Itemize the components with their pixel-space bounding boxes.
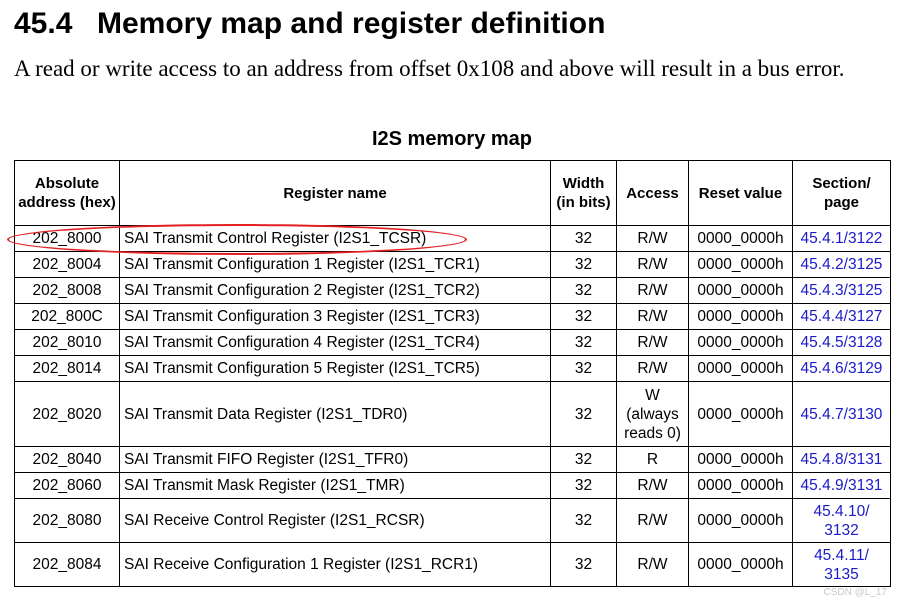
cell-register-name: SAI Transmit Data Register (I2S1_TDR0) — [119, 381, 551, 447]
table-row: 202_8000 SAI Transmit Control Register (I… — [14, 225, 891, 252]
cell-section-link[interactable]: 45.4.9/3131 — [792, 472, 891, 499]
cell-access: W (always reads 0) — [616, 381, 689, 447]
cell-reset-value: 0000_0000h — [688, 542, 793, 587]
cell-address: 202_8084 — [14, 542, 120, 587]
cell-reset-value: 0000_0000h — [688, 355, 793, 382]
cell-section-link[interactable]: 45.4.7/3130 — [792, 381, 891, 447]
table-row: 202_8040 SAI Transmit FIFO Register (I2S1… — [14, 446, 891, 473]
watermark: CSDN @L_17 — [823, 587, 887, 598]
cell-address: 202_8060 — [14, 472, 120, 499]
cell-section-link[interactable]: 45.4.3/3125 — [792, 277, 891, 304]
cell-address: 202_8040 — [14, 446, 120, 473]
table-row: 202_8014 SAI Transmit Configuration 5 Reg… — [14, 355, 891, 382]
cell-address: 202_800C — [14, 303, 120, 330]
cell-section-link[interactable]: 45.4.10/ 3132 — [792, 498, 891, 543]
cell-section-link[interactable]: 45.4.6/3129 — [792, 355, 891, 382]
memory-map-table: Absolute address (hex) Register name Wid… — [14, 160, 891, 587]
header-register-name: Register name — [119, 160, 551, 226]
cell-width: 32 — [550, 446, 617, 473]
table-row: 202_8004 SAI Transmit Configuration 1 Reg… — [14, 251, 891, 278]
cell-register-name: SAI Transmit Configuration 5 Register (I… — [119, 355, 551, 382]
cell-address: 202_8000 — [14, 225, 120, 252]
section-number: 45.4 — [14, 7, 73, 40]
cell-register-name: SAI Transmit Configuration 4 Register (I… — [119, 329, 551, 356]
section-title: Memory map and register definition — [97, 7, 606, 40]
intro-paragraph: A read or write access to an address fro… — [14, 56, 845, 81]
cell-reset-value: 0000_0000h — [688, 277, 793, 304]
cell-reset-value: 0000_0000h — [688, 446, 793, 473]
cell-access: R/W — [616, 472, 689, 499]
cell-register-name: SAI Transmit Configuration 1 Register (I… — [119, 251, 551, 278]
cell-access: R/W — [616, 355, 689, 382]
table-row: 202_8008 SAI Transmit Configuration 2 Reg… — [14, 277, 891, 304]
cell-address: 202_8004 — [14, 251, 120, 278]
table-row: 202_8060 SAI Transmit Mask Register (I2S1… — [14, 472, 891, 499]
cell-access: R/W — [616, 542, 689, 587]
cell-width: 32 — [550, 277, 617, 304]
cell-address: 202_8014 — [14, 355, 120, 382]
cell-register-name: SAI Transmit Configuration 3 Register (I… — [119, 303, 551, 330]
cell-reset-value: 0000_0000h — [688, 381, 793, 447]
cell-width: 32 — [550, 472, 617, 499]
cell-width: 32 — [550, 303, 617, 330]
cell-width: 32 — [550, 355, 617, 382]
cell-register-name: SAI Transmit FIFO Register (I2S1_TFR0) — [119, 446, 551, 473]
header-reset-value: Reset value — [688, 160, 793, 226]
cell-register-name: SAI Transmit Mask Register (I2S1_TMR) — [119, 472, 551, 499]
cell-reset-value: 0000_0000h — [688, 225, 793, 252]
table-caption: I2S memory map — [371, 128, 533, 150]
header-width: Width (in bits) — [550, 160, 617, 226]
cell-section-link[interactable]: 45.4.11/ 3135 — [792, 542, 891, 587]
cell-access: R/W — [616, 498, 689, 543]
header-row: Absolute address (hex) Register name Wid… — [14, 160, 891, 226]
cell-reset-value: 0000_0000h — [688, 303, 793, 330]
table-row: 202_8084 SAI Receive Configuration 1 Regi… — [14, 542, 891, 587]
cell-width: 32 — [550, 498, 617, 543]
cell-reset-value: 0000_0000h — [688, 472, 793, 499]
cell-section-link[interactable]: 45.4.1/3122 — [792, 225, 891, 252]
cell-width: 32 — [550, 381, 617, 447]
cell-register-name: SAI Transmit Configuration 2 Register (I… — [119, 277, 551, 304]
cell-register-name: SAI Receive Control Register (I2S1_RCSR) — [119, 498, 551, 543]
cell-register-name: SAI Transmit Control Register (I2S1_TCSR… — [119, 225, 551, 252]
cell-register-name: SAI Receive Configuration 1 Register (I2… — [119, 542, 551, 587]
cell-reset-value: 0000_0000h — [688, 498, 793, 543]
cell-access: R — [616, 446, 689, 473]
cell-width: 32 — [550, 225, 617, 252]
header-section-page: Section/ page — [792, 160, 891, 226]
cell-access: R/W — [616, 277, 689, 304]
table-row: 202_8020 SAI Transmit Data Register (I2S1… — [14, 381, 891, 447]
table-row: 202_8080 SAI Receive Control Register (I2… — [14, 498, 891, 543]
header-access: Access — [616, 160, 689, 226]
cell-access: R/W — [616, 225, 689, 252]
table-row: 202_800C SAI Transmit Configuration 3 Reg… — [14, 303, 891, 330]
cell-address: 202_8080 — [14, 498, 120, 543]
header-address: Absolute address (hex) — [14, 160, 120, 226]
cell-address: 202_8010 — [14, 329, 120, 356]
section-heading: 45.4 Memory map and register definition — [14, 4, 605, 44]
cell-section-link[interactable]: 45.4.5/3128 — [792, 329, 891, 356]
cell-section-link[interactable]: 45.4.2/3125 — [792, 251, 891, 278]
cell-width: 32 — [550, 542, 617, 587]
cell-access: R/W — [616, 251, 689, 278]
cell-access: R/W — [616, 303, 689, 330]
table-row: 202_8010 SAI Transmit Configuration 4 Reg… — [14, 329, 891, 356]
cell-address: 202_8020 — [14, 381, 120, 447]
table-body: 202_8000 SAI Transmit Control Register (I… — [14, 225, 891, 587]
cell-section-link[interactable]: 45.4.8/3131 — [792, 446, 891, 473]
cell-reset-value: 0000_0000h — [688, 329, 793, 356]
cell-reset-value: 0000_0000h — [688, 251, 793, 278]
cell-access: R/W — [616, 329, 689, 356]
cell-width: 32 — [550, 251, 617, 278]
cell-width: 32 — [550, 329, 617, 356]
cell-address: 202_8008 — [14, 277, 120, 304]
cell-section-link[interactable]: 45.4.4/3127 — [792, 303, 891, 330]
